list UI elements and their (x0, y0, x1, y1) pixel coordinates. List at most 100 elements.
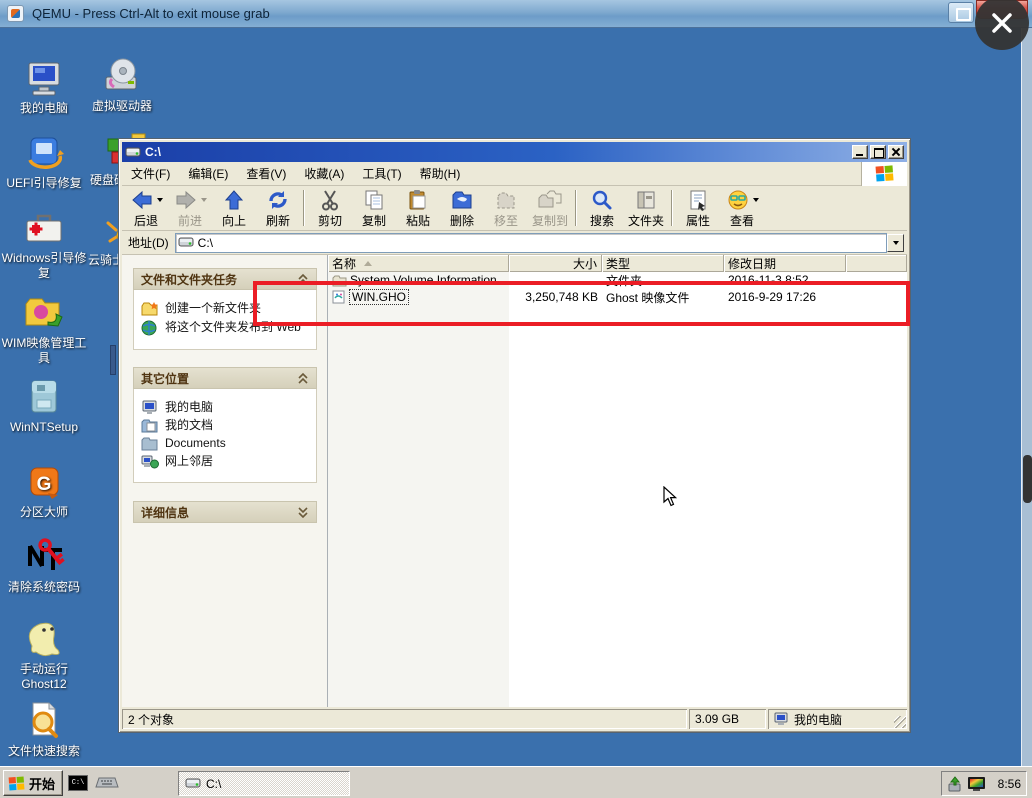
desktop-icon-windows-boot-repair[interactable]: Widnows引导修复 (0, 209, 88, 281)
cut-button[interactable]: 剪切 (308, 187, 352, 229)
tray-display-icon[interactable] (967, 776, 986, 792)
computer-icon (774, 712, 790, 726)
desktop-icon-wim-tool[interactable]: WIM映像管理工具 (0, 294, 88, 366)
menu-tools[interactable]: 工具(T) (353, 162, 410, 185)
partition-g-icon: G (0, 463, 88, 501)
menubar: 文件(F) 编辑(E) 查看(V) 收藏(A) 工具(T) 帮助(H) (122, 162, 907, 186)
place-my-computer[interactable]: 我的电脑 (141, 400, 311, 415)
taskbar-task-c-drive[interactable]: C:\ (178, 771, 350, 796)
address-value: C:\ (198, 236, 213, 250)
paste-icon (407, 189, 429, 211)
menu-view[interactable]: 查看(V) (237, 162, 295, 185)
copy-to-button[interactable]: 复制到 (528, 187, 572, 229)
forward-button[interactable]: 前进 (168, 187, 212, 229)
refresh-button[interactable]: 刷新 (256, 187, 300, 229)
desktop-icon-virtual-drive[interactable]: 虚拟驱动器 (78, 57, 166, 114)
chevron-down-icon (157, 198, 163, 205)
desktop-icon-uefi-repair[interactable]: UEFI引导修复 (0, 134, 88, 191)
right-scrollbar-track[interactable] (1021, 28, 1032, 766)
paste-button[interactable]: 粘贴 (396, 187, 440, 229)
toolbar-separator (671, 190, 673, 226)
chevron-down-icon (297, 506, 309, 518)
menu-file[interactable]: 文件(F) (122, 162, 179, 185)
minimize-button[interactable] (852, 145, 868, 159)
toolbar-separator (575, 190, 577, 226)
desktop-icon-clear-password[interactable]: 清除系统密码 (0, 538, 88, 595)
tray-eject-icon[interactable] (947, 776, 963, 792)
place-label: 我的文档 (165, 418, 213, 433)
panel-header-details[interactable]: 详细信息 (133, 501, 317, 523)
delete-icon (450, 189, 474, 211)
uefi-repair-icon (0, 134, 88, 172)
wim-folder-icon (0, 294, 88, 332)
quick-launch-cmd[interactable]: C:\ (68, 775, 88, 791)
window-titlebar[interactable]: C:\ (122, 142, 907, 162)
panel-details: 详细信息 (133, 501, 317, 523)
host-maximize-button[interactable] (948, 2, 974, 23)
ghost-icon (0, 616, 88, 658)
menu-favorites[interactable]: 收藏(A) (295, 162, 353, 185)
window-close-button[interactable] (888, 145, 904, 159)
menu-edit[interactable]: 编辑(E) (179, 162, 237, 185)
folder-icon (141, 436, 159, 451)
folders-label: 文件夹 (628, 212, 664, 229)
toolbar-separator (303, 190, 305, 226)
folders-icon (635, 189, 657, 211)
search-button[interactable]: 搜索 (580, 187, 624, 229)
desktop-icon-label: 清除系统密码 (0, 580, 88, 595)
column-header-date[interactable]: 修改日期 (724, 255, 846, 272)
drive-icon (178, 236, 194, 249)
tray-clock: 8:56 (998, 777, 1021, 791)
maximize-button[interactable] (870, 145, 886, 159)
copy-button[interactable]: 复制 (352, 187, 396, 229)
column-header-name[interactable]: 名称 (328, 255, 509, 272)
desktop-icon-winntsetup[interactable]: WinNTSetup (0, 378, 88, 435)
menu-help[interactable]: 帮助(H) (411, 162, 470, 185)
host-titlebar[interactable]: QEMU - Press Ctrl-Alt to exit mouse grab (0, 0, 1032, 28)
move-to-label: 移至 (494, 212, 518, 229)
delete-button[interactable]: 删除 (440, 187, 484, 229)
folders-button[interactable]: 文件夹 (624, 187, 668, 229)
chevron-down-icon (201, 198, 207, 205)
status-location: 我的电脑 (768, 709, 907, 729)
place-my-documents[interactable]: 我的文档 (141, 418, 311, 433)
address-input[interactable]: C:\ (175, 233, 887, 253)
sort-ascending-icon (364, 257, 372, 266)
desktop-icon-partition-master[interactable]: G 分区大师 (0, 463, 88, 520)
column-header-size[interactable]: 大小 (509, 255, 602, 272)
keyboard-icon (95, 775, 119, 791)
place-label: 网上邻居 (165, 454, 213, 469)
views-button[interactable]: 查看 (720, 187, 764, 229)
new-folder-icon (141, 301, 159, 317)
panel-title: 其它位置 (141, 370, 189, 387)
delete-label: 删除 (450, 212, 474, 229)
desktop-icon-file-search[interactable]: 文件快速搜索 (0, 700, 88, 759)
paste-label: 粘贴 (406, 212, 430, 229)
properties-button[interactable]: 属性 (676, 187, 720, 229)
panel-header-other-places[interactable]: 其它位置 (133, 367, 317, 389)
place-documents[interactable]: Documents (141, 436, 311, 451)
desktop-icon-label: 分区大师 (0, 505, 88, 520)
column-label: 类型 (606, 255, 630, 272)
explorer-window: C:\ 文件(F) 编辑(E) 查看(V) 收藏(A) 工具(T) 帮助(H) … (118, 138, 911, 733)
start-button[interactable]: 开始 (3, 770, 63, 796)
column-label: 大小 (573, 255, 597, 272)
back-button[interactable]: 后退 (124, 187, 168, 229)
resize-grip[interactable] (894, 716, 906, 728)
windows-logo-icon (8, 775, 25, 792)
desktop-icon-my-computer[interactable]: 我的电脑 (0, 59, 88, 116)
copy-to-icon (537, 189, 563, 211)
desktop-icon-run-ghost[interactable]: 手动运行 Ghost12 (0, 616, 88, 692)
cut-icon (319, 189, 341, 211)
quick-launch-keyboard[interactable] (95, 775, 119, 794)
toolbox-icon (0, 209, 88, 247)
move-to-button[interactable]: 移至 (484, 187, 528, 229)
up-button[interactable]: 向上 (212, 187, 256, 229)
place-network[interactable]: 网上邻居 (141, 454, 311, 469)
address-dropdown-button[interactable] (887, 234, 904, 252)
right-scrollbar-thumb[interactable] (1023, 455, 1032, 503)
column-header-type[interactable]: 类型 (602, 255, 724, 272)
desktop-icon-label: UEFI引导修复 (0, 176, 88, 191)
winntsetup-icon (0, 378, 88, 416)
system-tray: 8:56 (941, 771, 1027, 796)
